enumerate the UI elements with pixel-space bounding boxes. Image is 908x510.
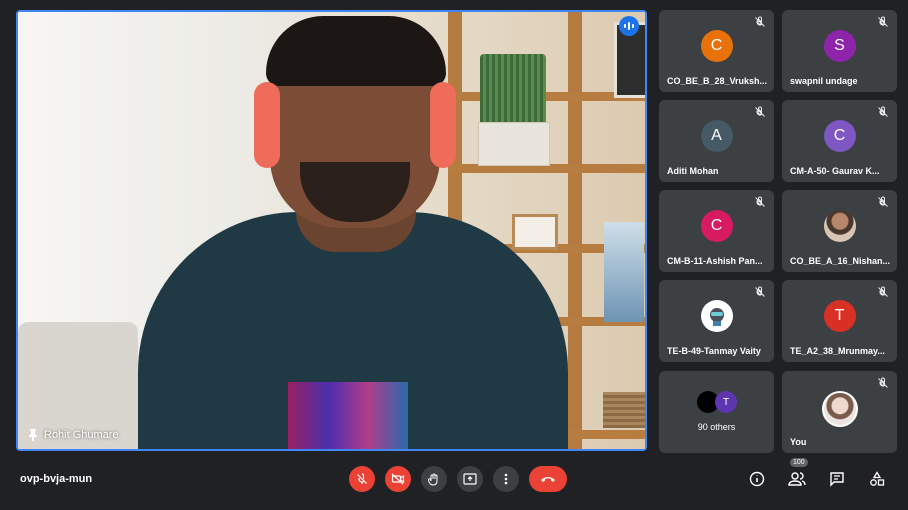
side-panel-toggles: 100 xyxy=(746,458,888,490)
mic-off-icon xyxy=(755,106,765,117)
others-avatars: T xyxy=(697,391,741,415)
pin-icon xyxy=(29,429,37,441)
mic-off-icon xyxy=(878,196,888,207)
mic-off-icon xyxy=(755,16,765,27)
people-count-badge: 100 xyxy=(790,458,808,467)
participant-avatar: C xyxy=(823,120,856,152)
chat-button[interactable] xyxy=(826,468,848,490)
mic-off-icon xyxy=(755,196,765,207)
participant-tile[interactable]: TE-B-49-Tanmay Vaity xyxy=(659,280,774,362)
present-icon xyxy=(463,473,477,485)
participant-avatar xyxy=(823,210,856,242)
person-hair xyxy=(266,16,446,86)
others-label: 90 others xyxy=(697,422,736,432)
participant-name: swapnil undage xyxy=(790,76,858,86)
more-options-button[interactable] xyxy=(493,466,519,492)
participant-name: CM-B-11-Ashish Pan... xyxy=(667,256,763,266)
mic-off-icon xyxy=(878,16,888,27)
mic-toggle-button[interactable] xyxy=(349,466,375,492)
raise-hand-button[interactable] xyxy=(421,466,447,492)
activities-icon xyxy=(870,471,885,486)
more-vert-icon xyxy=(504,473,508,485)
people-icon xyxy=(788,472,806,486)
participant-tile[interactable]: CO_BE_A_16_Nishan... xyxy=(782,190,897,272)
participant-name: CM-A-50- Gaurav K... xyxy=(790,166,880,176)
cartoon-avatar-icon xyxy=(709,308,724,326)
participant-tile[interactable]: C CM-B-11-Ashish Pan... xyxy=(659,190,774,272)
camera-off-icon xyxy=(391,473,405,485)
plant xyxy=(480,54,546,124)
call-controls xyxy=(349,466,567,492)
mic-off-icon xyxy=(878,286,888,297)
mic-off-icon xyxy=(878,106,888,117)
participant-name: TE_A2_38_Mrunmay... xyxy=(790,346,885,356)
mic-off-icon xyxy=(878,377,888,388)
activities-button[interactable] xyxy=(866,468,888,490)
picture-frame xyxy=(512,214,558,250)
meeting-details-button[interactable] xyxy=(746,468,768,490)
participant-tile[interactable]: A Aditi Mohan xyxy=(659,100,774,182)
chat-icon xyxy=(830,472,844,487)
headphone-left xyxy=(254,82,280,168)
end-call-icon xyxy=(541,477,555,482)
participant-avatar: C xyxy=(700,30,733,62)
shirt-print xyxy=(288,382,408,449)
participant-name: TE-B-49-Tanmay Vaity xyxy=(667,346,761,356)
participant-avatar: A xyxy=(700,120,733,152)
participant-tile[interactable]: C CM-A-50- Gaurav K... xyxy=(782,100,897,182)
end-call-button[interactable] xyxy=(529,466,567,492)
participant-name: CO_BE_B_28_Vruksh... xyxy=(667,76,768,86)
participant-name: CO_BE_A_16_Nishan... xyxy=(790,256,891,266)
participant-avatar xyxy=(700,300,733,332)
people-button[interactable]: 100 xyxy=(786,458,808,490)
camera-toggle-button[interactable] xyxy=(385,466,411,492)
presenter-name-tag: Rohit Ghumare xyxy=(28,429,119,441)
participant-tile[interactable]: C CO_BE_B_28_Vruksh... xyxy=(659,10,774,92)
participant-tile[interactable]: Sswapnil undage xyxy=(782,10,897,92)
participant-avatar: S xyxy=(823,30,856,62)
self-tile[interactable]: You xyxy=(782,371,897,453)
participant-tile[interactable]: T TE_A2_38_Mrunmay... xyxy=(782,280,897,362)
presenter-name: Rohit Ghumare xyxy=(44,429,119,441)
wall-art xyxy=(604,222,644,322)
mic-off-icon xyxy=(755,286,765,297)
participant-name: Aditi Mohan xyxy=(667,166,719,176)
raise-hand-icon xyxy=(428,473,438,486)
participant-avatar: C xyxy=(700,210,733,242)
headphone-right xyxy=(430,82,456,168)
presenter-video[interactable]: Rohit Ghumare xyxy=(16,10,647,451)
mic-off-icon xyxy=(357,473,367,484)
present-button[interactable] xyxy=(457,466,483,492)
others-tile[interactable]: T 90 others xyxy=(659,371,774,453)
info-icon xyxy=(749,471,765,487)
planter xyxy=(478,122,550,166)
basket xyxy=(603,392,645,428)
others-avatar: T xyxy=(715,391,737,413)
speaking-indicator-icon xyxy=(619,16,639,36)
self-name: You xyxy=(790,437,807,447)
self-avatar xyxy=(821,391,858,427)
meeting-code: ovp-bvja-mun xyxy=(20,473,93,485)
participant-avatar: T xyxy=(823,300,856,332)
